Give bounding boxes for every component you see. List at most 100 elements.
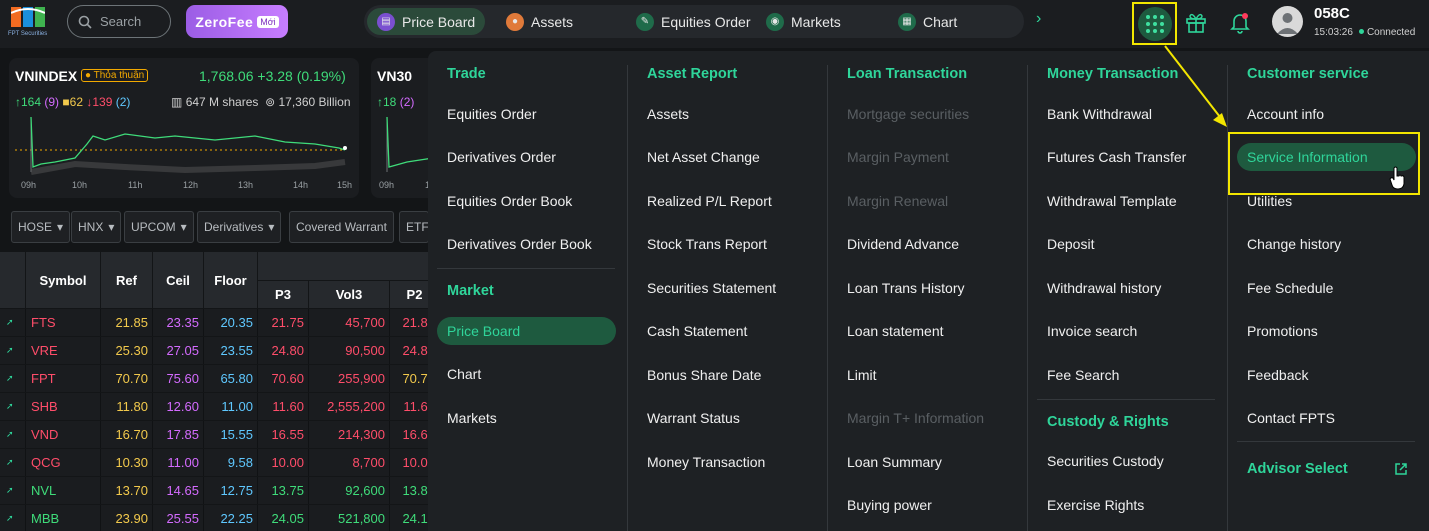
pin-icon[interactable]: ➚ <box>0 477 26 504</box>
menu-item-loan-summary[interactable]: Loan Summary <box>847 454 942 470</box>
menu-heading-trade: Trade <box>447 66 486 82</box>
gift-icon[interactable] <box>1184 10 1208 34</box>
menu-item-price-board[interactable]: Price Board <box>447 323 520 339</box>
menu-item-realized-pl-report[interactable]: Realized P/L Report <box>647 193 772 209</box>
table-row[interactable]: ➚ SHB 11.80 12.60 11.00 11.60 2,555,200 11.65 <box>0 393 440 421</box>
nav-assets[interactable]: ● Assets <box>496 8 583 35</box>
menu-item-account-info[interactable]: Account info <box>1247 106 1324 122</box>
table-cell-symbol[interactable]: FPT <box>26 365 101 392</box>
chart-icon: ▦ <box>898 12 916 31</box>
table-header-ceil[interactable]: Ceil <box>153 252 204 308</box>
menu-item-margin-t-plus-information: Margin T+ Information <box>847 410 985 426</box>
fpts-logo[interactable]: FPT Securities <box>8 5 54 41</box>
table-header-vol3[interactable]: Vol3 <box>309 281 390 308</box>
nav-equities-order[interactable]: ✎ Equities Order <box>626 8 760 35</box>
menu-item-net-asset-change[interactable]: Net Asset Change <box>647 149 760 165</box>
menu-item-markets[interactable]: Markets <box>447 410 497 426</box>
table-header-p3[interactable]: P3 <box>258 281 309 308</box>
menu-item-securities-custody[interactable]: Securities Custody <box>1047 453 1164 469</box>
market-tab-hnx[interactable]: HNX ▾ <box>71 211 122 243</box>
nav-markets[interactable]: ◉ Markets <box>756 8 851 35</box>
menu-item-assets[interactable]: Assets <box>647 106 689 122</box>
table-cell-symbol[interactable]: QCG <box>26 449 101 476</box>
menu-item-chart[interactable]: Chart <box>447 366 481 382</box>
menu-item-cash-statement[interactable]: Cash Statement <box>647 323 747 339</box>
market-tab-hose[interactable]: HOSE ▾ <box>11 211 71 243</box>
pin-icon[interactable]: ➚ <box>0 393 26 420</box>
market-tab-derivatives[interactable]: Derivatives ▾ <box>197 211 282 243</box>
table-cell-symbol[interactable]: MBB <box>26 505 101 531</box>
menu-item-derivatives-order-book[interactable]: Derivatives Order Book <box>447 236 592 252</box>
table-header-ref[interactable]: Ref <box>101 252 153 308</box>
menu-item-margin-payment: Margin Payment <box>847 149 949 165</box>
pin-icon[interactable]: ➚ <box>0 365 26 392</box>
menu-item-deposit[interactable]: Deposit <box>1047 236 1094 252</box>
menu-item-warrant-status[interactable]: Warrant Status <box>647 410 740 426</box>
index-card-vnindex[interactable]: VNINDEX ● Thỏa thuận 1,768.06 +3.28 (0.1… <box>9 58 359 198</box>
menu-item-bank-withdrawal[interactable]: Bank Withdrawal <box>1047 106 1152 122</box>
table-row[interactable]: ➚ QCG 10.30 11.00 9.58 10.00 8,700 10.05 <box>0 449 440 477</box>
menu-item-stock-trans-report[interactable]: Stock Trans Report <box>647 236 767 252</box>
pin-icon[interactable]: ➚ <box>0 337 26 364</box>
table-row[interactable]: ➚ VND 16.70 17.85 15.55 16.55 214,300 16.60 <box>0 421 440 449</box>
nav-label: Chart <box>923 13 958 30</box>
menu-item-exercise-rights[interactable]: Exercise Rights <box>1047 497 1144 513</box>
search-box[interactable]: Search <box>67 5 171 38</box>
table-cell-symbol[interactable]: FTS <box>26 309 101 336</box>
menu-heading-advisor-select[interactable]: Advisor Select <box>1247 461 1348 477</box>
nav-price-board[interactable]: ▤ Price Board <box>367 8 486 35</box>
nav-chart[interactable]: ▦ Chart <box>888 8 967 35</box>
menu-item-dividend-advance[interactable]: Dividend Advance <box>847 236 959 252</box>
table-row[interactable]: ➚ NVL 13.70 14.65 12.75 13.75 92,600 13.80 <box>0 477 440 505</box>
table-cell-ref: 13.70 <box>101 477 153 504</box>
table-cell-symbol[interactable]: VRE <box>26 337 101 364</box>
markets-icon: ◉ <box>766 12 784 31</box>
table-cell-symbol[interactable]: NVL <box>26 477 101 504</box>
menu-item-money-transaction[interactable]: Money Transaction <box>647 454 765 470</box>
menu-item-contact-fpts[interactable]: Contact FPTS <box>1247 410 1335 426</box>
market-tab-covered-warrant[interactable]: Covered Warrant <box>289 211 394 243</box>
pin-icon[interactable]: ➚ <box>0 421 26 448</box>
menu-item-limit[interactable]: Limit <box>847 367 877 383</box>
table-cell-symbol[interactable]: SHB <box>26 393 101 420</box>
zerofee-button[interactable]: ZeroFee Mới <box>186 5 288 38</box>
menu-item-withdrawal-history[interactable]: Withdrawal history <box>1047 280 1161 296</box>
apps-menu-button[interactable] <box>1132 2 1177 45</box>
menu-item-bonus-share-date[interactable]: Bonus Share Date <box>647 367 761 383</box>
menu-item-feedback[interactable]: Feedback <box>1247 367 1308 383</box>
market-tab-etf[interactable]: ETF <box>399 211 429 243</box>
pin-icon[interactable]: ➚ <box>0 505 26 531</box>
table-cell-ref: 11.80 <box>101 393 153 420</box>
pin-icon[interactable]: ➚ <box>0 449 26 476</box>
menu-item-utilities[interactable]: Utilities <box>1247 193 1292 209</box>
menu-item-loan-statement[interactable]: Loan statement <box>847 323 944 339</box>
table-row[interactable]: ➚ FPT 70.70 75.60 65.80 70.60 255,900 70.70 <box>0 365 440 393</box>
menu-item-equities-order-book[interactable]: Equities Order Book <box>447 193 572 209</box>
table-cell-p3: 24.80 <box>258 337 309 364</box>
table-row[interactable]: ➚ MBB 23.90 25.55 22.25 24.05 521,800 24.10 <box>0 505 440 531</box>
menu-item-securities-statement[interactable]: Securities Statement <box>647 280 776 296</box>
menu-heading-loan: Loan Transaction <box>847 66 968 82</box>
menu-item-futures-cash-transfer[interactable]: Futures Cash Transfer <box>1047 149 1186 165</box>
menu-item-derivatives-order[interactable]: Derivatives Order <box>447 149 556 165</box>
pin-icon[interactable]: ➚ <box>0 309 26 336</box>
table-header-symbol[interactable]: Symbol <box>26 252 101 308</box>
menu-item-fee-search[interactable]: Fee Search <box>1047 367 1119 383</box>
bell-icon[interactable] <box>1228 10 1252 34</box>
market-tab-upcom[interactable]: UPCOM ▾ <box>124 211 194 243</box>
external-link-icon[interactable] <box>1394 462 1408 476</box>
table-header-floor[interactable]: Floor <box>204 252 258 308</box>
menu-item-equities-order[interactable]: Equities Order <box>447 106 536 122</box>
table-row[interactable]: ➚ VRE 25.30 27.05 23.55 24.80 90,500 24.85 <box>0 337 440 365</box>
table-cell-symbol[interactable]: VND <box>26 421 101 448</box>
nav-next-icon[interactable]: › <box>1036 10 1041 28</box>
avatar[interactable] <box>1272 6 1303 37</box>
menu-item-loan-trans-history[interactable]: Loan Trans History <box>847 280 965 296</box>
menu-item-withdrawal-template[interactable]: Withdrawal Template <box>1047 193 1177 209</box>
menu-item-invoice-search[interactable]: Invoice search <box>1047 323 1137 339</box>
menu-item-change-history[interactable]: Change history <box>1247 236 1341 252</box>
menu-item-promotions[interactable]: Promotions <box>1247 323 1318 339</box>
menu-item-buying-power[interactable]: Buying power <box>847 497 932 513</box>
menu-item-fee-schedule[interactable]: Fee Schedule <box>1247 280 1333 296</box>
table-row[interactable]: ➚ FTS 21.85 23.35 20.35 21.75 45,700 21.80 <box>0 309 440 337</box>
